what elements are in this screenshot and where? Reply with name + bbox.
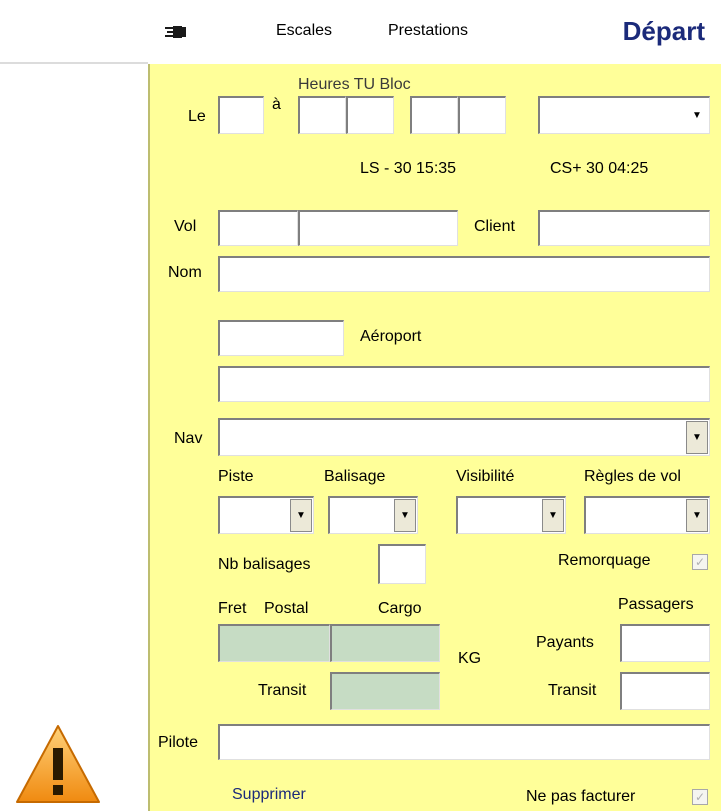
- pilote-field[interactable]: [218, 724, 710, 760]
- transit-fret-field[interactable]: [330, 672, 440, 710]
- passagers-label: Passagers: [618, 596, 694, 613]
- nb-balisages-field[interactable]: [378, 544, 426, 584]
- postal-label: Postal: [264, 600, 309, 617]
- pilote-label: Pilote: [158, 734, 199, 751]
- tab-bar: [0, 0, 721, 62]
- plug-icon[interactable]: [162, 22, 188, 42]
- regles-de-vol-select[interactable]: ▼: [584, 496, 710, 534]
- payants-field[interactable]: [620, 624, 710, 662]
- chevron-down-icon[interactable]: ▼: [542, 499, 564, 532]
- fret-label: Fret: [218, 600, 247, 617]
- transit-fret-label: Transit: [258, 682, 307, 699]
- nom-field[interactable]: [218, 256, 710, 292]
- balisage-select[interactable]: ▼: [328, 496, 418, 534]
- a-label: à: [272, 96, 281, 113]
- client-label: Client: [474, 218, 515, 235]
- transit-pax-field[interactable]: [620, 672, 710, 710]
- cs-time: CS+ 30 04:25: [550, 160, 649, 177]
- chevron-down-icon[interactable]: ▼: [394, 499, 416, 532]
- ne-pas-facturer-checkbox[interactable]: ✓: [692, 789, 708, 805]
- vol-prefix-field[interactable]: [218, 210, 298, 246]
- fret-postal-field[interactable]: [218, 624, 330, 662]
- visibilite-label: Visibilité: [456, 468, 515, 485]
- tab-prestations[interactable]: Prestations: [388, 22, 468, 40]
- regles-de-vol-label: Règles de vol: [584, 468, 681, 485]
- cargo-label: Cargo: [378, 600, 422, 617]
- nom-label: Nom: [168, 264, 202, 281]
- remorquage-checkbox[interactable]: ✓: [692, 554, 708, 570]
- ls-time: LS - 30 15:35: [360, 160, 457, 177]
- time-minutes-field[interactable]: [346, 96, 394, 134]
- balisage-label: Balisage: [324, 468, 386, 485]
- airport-name-field[interactable]: [218, 366, 710, 402]
- bloc-minutes-field[interactable]: [458, 96, 506, 134]
- heures-tu-bloc-label: Heures TU Bloc: [298, 76, 411, 93]
- piste-label: Piste: [218, 468, 254, 485]
- kg-unit-label: KG: [458, 650, 482, 667]
- payants-label: Payants: [536, 634, 594, 651]
- tab-escales[interactable]: Escales: [276, 22, 332, 40]
- transit-pax-label: Transit: [548, 682, 597, 699]
- chevron-down-icon[interactable]: ▼: [686, 421, 708, 454]
- le-label: Le: [188, 108, 206, 125]
- airport-code-field[interactable]: [218, 320, 344, 356]
- fret-cargo-field[interactable]: [330, 624, 440, 662]
- nav-label: Nav: [174, 430, 203, 447]
- bloc-hours-field[interactable]: [410, 96, 458, 134]
- remorquage-label: Remorquage: [558, 552, 651, 569]
- piste-select[interactable]: ▼: [218, 496, 314, 534]
- vol-label: Vol: [174, 218, 197, 235]
- client-field[interactable]: [538, 210, 710, 246]
- chevron-down-icon[interactable]: ▼: [290, 499, 312, 532]
- chevron-down-icon[interactable]: ▼: [686, 499, 708, 532]
- visibilite-select[interactable]: ▼: [456, 496, 566, 534]
- chevron-down-icon[interactable]: ▼: [686, 99, 708, 132]
- nb-balisages-label: Nb balisages: [218, 556, 311, 573]
- supprimer-button[interactable]: Supprimer: [232, 786, 306, 804]
- date-field[interactable]: [218, 96, 264, 134]
- aeroport-label: Aéroport: [360, 328, 422, 345]
- vol-number-field[interactable]: [298, 210, 458, 246]
- ne-pas-facturer-label: Ne pas facturer: [526, 788, 636, 805]
- tab-bar-divider: [0, 62, 148, 64]
- page-title: Départ: [622, 16, 705, 46]
- time-type-select[interactable]: ▼: [538, 96, 710, 134]
- nav-select[interactable]: ▼: [218, 418, 710, 456]
- warning-icon: [14, 722, 102, 806]
- time-hours-field[interactable]: [298, 96, 346, 134]
